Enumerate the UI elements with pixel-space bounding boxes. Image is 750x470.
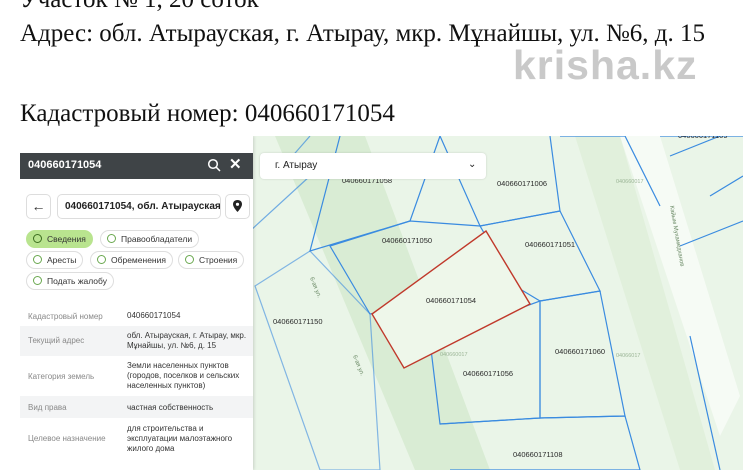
search-icon[interactable] [207, 158, 221, 172]
location-button[interactable] [225, 194, 250, 219]
table-row: Категория земель Земли населенных пункто… [28, 361, 240, 390]
parcel-label: 040660171050 [382, 236, 432, 245]
watermark: krisha.kz [513, 42, 698, 88]
table-row: Текущий адрес обл. Атырауская, г. Атырау… [20, 326, 253, 356]
search-input[interactable]: 040660171054 [28, 159, 101, 171]
chevron-down-icon: ⌄ [468, 159, 477, 170]
parcel-header: ← 040660171054, обл. Атырауская... [26, 194, 250, 220]
table-row: Кадастровый номер 040660171054 [28, 311, 181, 321]
parcel-label: 040660171051 [525, 240, 575, 249]
complaint-icon [33, 276, 42, 285]
map-pin-icon [233, 200, 242, 212]
tab-pravoobladateli[interactable]: Правообладатели [100, 230, 200, 248]
parcel-label: 040660171150 [273, 317, 323, 326]
listing-title: Участок № 1, 20 соток [20, 0, 259, 14]
info-icon [33, 234, 42, 243]
tab-svedeniya[interactable]: Сведения [26, 230, 93, 248]
parcel-label: 040660171060 [555, 347, 605, 356]
arrow-left-icon: ← [31, 198, 46, 214]
back-button[interactable]: ← [26, 194, 51, 219]
parcel-title: 040660171054, обл. Атырауская... [57, 194, 221, 219]
faint-parcel-label: 04066017 [616, 353, 640, 359]
parcel-label: 040660171006 [497, 179, 547, 188]
listing-cadastral: Кадастровый номер: 040660171054 [20, 100, 395, 127]
info-panel: 040660171054 ✕ ← 040660171054, обл. Атыр… [20, 136, 253, 470]
shield-icon [33, 255, 42, 264]
faint-parcel-label: 040660017 [616, 179, 644, 185]
parcel-label: 040660171109 [678, 136, 728, 140]
city-select[interactable]: г. Атырау ⌄ [260, 153, 486, 179]
table-row: Целевое назначение для строительства и э… [28, 424, 233, 453]
tab-obremeneniya[interactable]: Обременения [90, 251, 173, 269]
close-icon[interactable]: ✕ [229, 157, 242, 172]
report-button[interactable]: Подать жалобу [26, 272, 114, 290]
cadastral-map-screenshot: 6-ая ул. 6-ая ул. Кайым Мухамедханов 040… [20, 136, 743, 470]
search-bar[interactable]: 040660171054 ✕ [20, 153, 253, 179]
parcel-label: 040660171054 [426, 296, 476, 305]
table-row: Вид права частная собственность [20, 396, 253, 418]
lock-icon [97, 255, 106, 264]
building-icon [185, 255, 194, 264]
parcel-label: 040660171067 [476, 136, 526, 138]
tab-stroeniya[interactable]: Строения [178, 251, 245, 269]
users-icon [107, 234, 116, 243]
tab-aresty[interactable]: Аресты [26, 251, 84, 269]
parcel-label: 040660171056 [463, 369, 513, 378]
faint-parcel-label: 040660017 [440, 352, 468, 358]
city-select-value: г. Атырау [275, 160, 318, 171]
parcel-label: 040660171108 [513, 450, 563, 459]
